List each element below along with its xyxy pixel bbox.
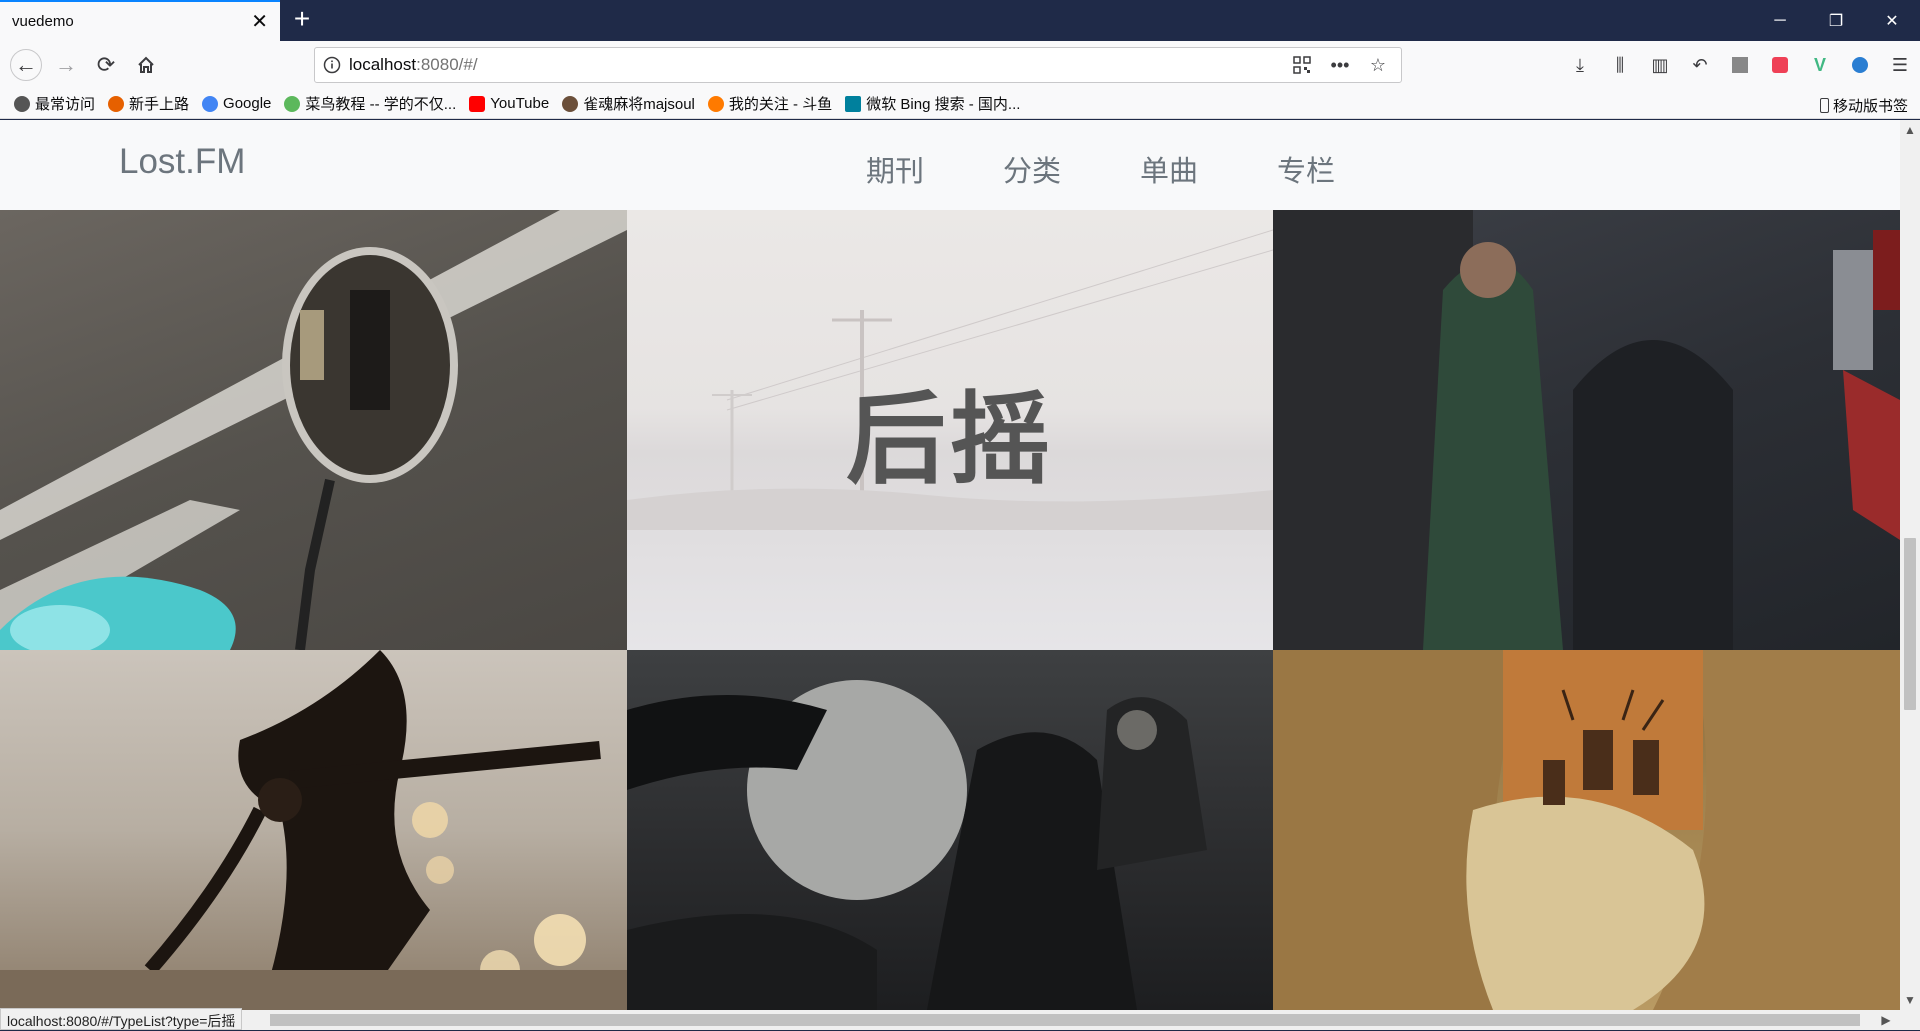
- splash-dancers-image: [0, 650, 627, 1010]
- bookmark-item[interactable]: 雀魂麻将majsoul: [562, 93, 695, 114]
- tile-splash-dancers[interactable]: [0, 650, 627, 1010]
- back-arrow-icon[interactable]: ←: [10, 49, 42, 81]
- new-tab-icon[interactable]: +: [288, 5, 316, 34]
- runoob-icon: [284, 95, 301, 112]
- tile-deer-leaf[interactable]: [1273, 650, 1900, 1010]
- bookmark-item[interactable]: 微软 Bing 搜索 - 国内...: [845, 93, 1020, 114]
- site-brand[interactable]: Lost.FM: [119, 142, 245, 182]
- bookmark-label: 菜鸟教程 -- 学的不仅...: [305, 96, 457, 113]
- bookmark-item[interactable]: 最常访问: [14, 93, 95, 114]
- bookmark-label: 最常访问: [35, 96, 96, 113]
- reload-icon[interactable]: ⟳: [90, 49, 122, 81]
- bookmark-item[interactable]: 菜鸟教程 -- 学的不仅...: [284, 93, 456, 114]
- bookmark-label: Google: [223, 95, 272, 112]
- navigation-toolbar: ← → ⟳ localhost:8080/#/ ••• ☆ ⤓ ⫼ ▥ ↶ V …: [0, 41, 1920, 89]
- bookmark-label: 雀魂麻将majsoul: [583, 96, 695, 113]
- firefox-icon: [108, 95, 125, 112]
- url-path: :8080/#/: [416, 55, 478, 74]
- sidebar-icon[interactable]: ▥: [1640, 49, 1680, 81]
- home-icon[interactable]: [130, 49, 162, 81]
- site-nav: 期刊 分类 单曲 专栏: [866, 148, 1335, 190]
- bookmark-star-icon[interactable]: ☆: [1363, 50, 1393, 80]
- qr-code-icon[interactable]: [1287, 50, 1317, 80]
- douyu-icon: [707, 95, 724, 112]
- tile-label: 后摇: [846, 383, 1054, 496]
- scroll-up-icon[interactable]: ▲: [1900, 120, 1920, 140]
- bookmark-item[interactable]: Google: [202, 95, 271, 112]
- tile-motorcycle-mirror[interactable]: [0, 210, 627, 650]
- vertical-scroll-thumb[interactable]: [1904, 538, 1916, 710]
- google-icon: [202, 95, 219, 112]
- motorcycle-mirror-image: [0, 210, 627, 650]
- scroll-right-icon[interactable]: ▶: [1876, 1010, 1896, 1030]
- site-info-icon[interactable]: [315, 56, 349, 74]
- scroll-down-icon[interactable]: ▼: [1900, 990, 1920, 1010]
- url-text[interactable]: localhost:8080/#/: [349, 55, 1287, 75]
- browser-tab[interactable]: vuedemo ✕: [0, 0, 280, 41]
- vertical-scrollbar[interactable]: ▲ ▼: [1900, 120, 1920, 1010]
- bookmark-label: 新手上路: [129, 96, 190, 113]
- mobile-icon: [1819, 98, 1829, 113]
- undo-icon[interactable]: ↶: [1680, 49, 1720, 81]
- horizontal-scrollbar[interactable]: ▶: [0, 1010, 1920, 1030]
- mobile-bookmarks[interactable]: 移动版书签: [1819, 95, 1908, 116]
- nav-column[interactable]: 专栏: [1277, 148, 1335, 190]
- knights-castle-image: [1273, 210, 1900, 650]
- extension-icon[interactable]: [1720, 49, 1760, 81]
- site-header: Lost.FM 期刊 分类 单曲 专栏: [0, 120, 1900, 210]
- pocket-icon[interactable]: [1760, 49, 1800, 81]
- page-viewport: Lost.FM 期刊 分类 单曲 专栏 后摇: [0, 120, 1900, 1010]
- majsoul-icon: [562, 95, 579, 112]
- bookmark-label: 我的关注 - 斗鱼: [728, 96, 833, 113]
- mobile-bookmarks-label: 移动版书签: [1832, 98, 1908, 115]
- tab-bar: vuedemo ✕ + ─ ❐ ✕: [0, 0, 1920, 41]
- tile-post-rock[interactable]: 后摇: [627, 210, 1273, 650]
- bookmark-item[interactable]: YouTube: [469, 95, 549, 112]
- youtube-icon: [469, 95, 486, 112]
- window-controls: ─ ❐ ✕: [1752, 0, 1920, 41]
- tile-knights-castle[interactable]: [1273, 210, 1900, 650]
- category-grid: 后摇: [0, 210, 1900, 1010]
- dark-rider-image: [627, 680, 1207, 1010]
- bookmark-label: 微软 Bing 搜索 - 国内...: [866, 96, 1021, 113]
- forward-arrow-icon[interactable]: →: [50, 49, 82, 81]
- url-bar[interactable]: localhost:8080/#/ ••• ☆: [314, 47, 1402, 83]
- menu-icon[interactable]: ☰: [1880, 49, 1920, 81]
- nav-category[interactable]: 分类: [1003, 148, 1061, 190]
- bookmarks-bar: 最常访问 新手上路 Google 菜鸟教程 -- 学的不仅... YouTube…: [0, 89, 1920, 119]
- horizontal-scroll-thumb[interactable]: [270, 1014, 1860, 1026]
- account-icon[interactable]: [1840, 49, 1880, 81]
- download-icon[interactable]: ⤓: [1560, 49, 1600, 81]
- tab-title: vuedemo: [12, 13, 74, 30]
- deer-leaf-image: [1273, 650, 1900, 1010]
- bookmark-item[interactable]: 新手上路: [108, 93, 189, 114]
- bookmark-item[interactable]: 我的关注 - 斗鱼: [707, 93, 833, 114]
- page-actions-icon[interactable]: •••: [1325, 50, 1355, 80]
- minimize-icon[interactable]: ─: [1752, 0, 1808, 41]
- bookmark-label: YouTube: [490, 95, 550, 112]
- url-host: localhost: [349, 55, 417, 74]
- tile-dark-rider[interactable]: [627, 650, 1273, 1010]
- nav-single[interactable]: 单曲: [1140, 148, 1198, 190]
- library-icon[interactable]: ⫼: [1600, 49, 1640, 81]
- vue-devtools-icon[interactable]: V: [1800, 49, 1840, 81]
- gear-icon: [14, 95, 30, 112]
- close-tab-icon[interactable]: ✕: [251, 12, 268, 32]
- nav-journal[interactable]: 期刊: [866, 148, 924, 190]
- close-window-icon[interactable]: ✕: [1864, 0, 1920, 41]
- restore-icon[interactable]: ❐: [1808, 0, 1864, 41]
- status-url: localhost:8080/#/TypeList?type=后摇: [0, 1008, 243, 1030]
- bing-icon: [845, 95, 862, 112]
